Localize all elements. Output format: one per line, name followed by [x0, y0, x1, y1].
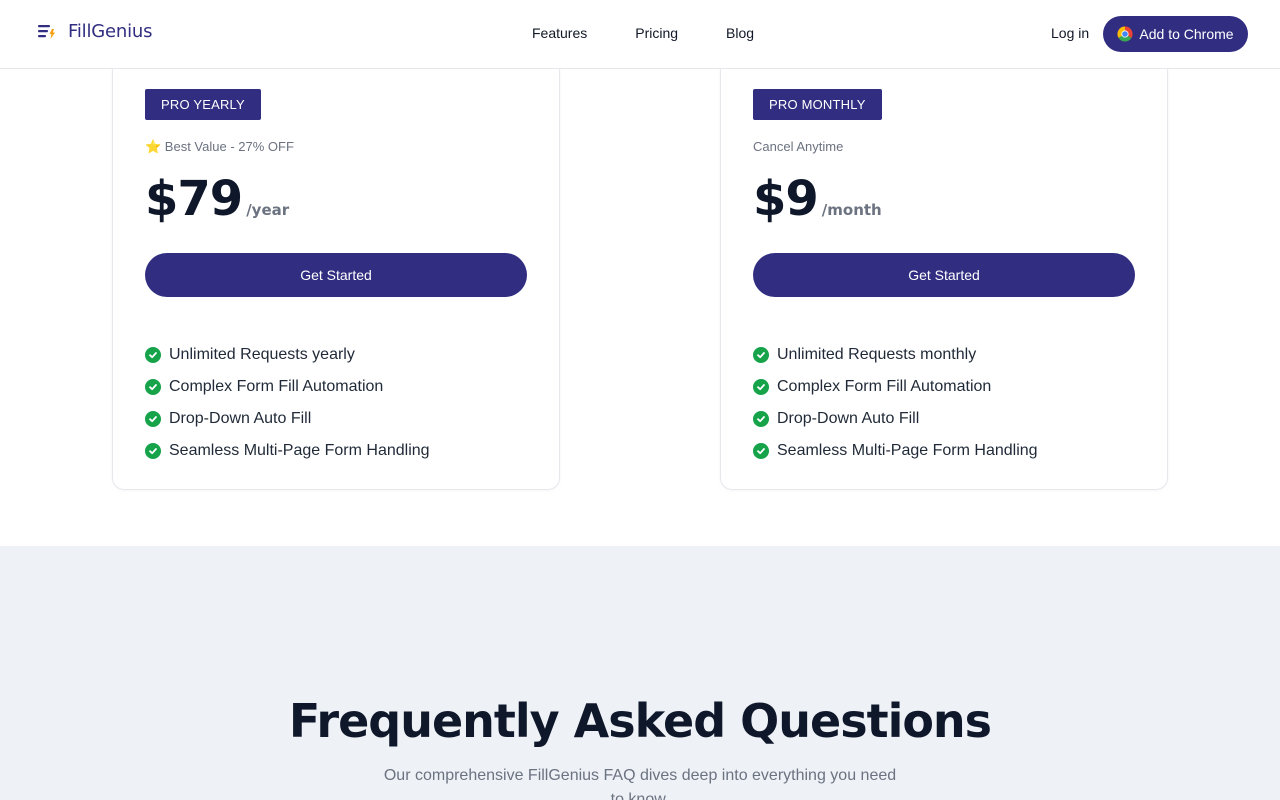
feature-label: Seamless Multi-Page Form Handling — [169, 442, 430, 459]
login-link[interactable]: Log in — [1051, 25, 1089, 41]
check-circle-icon — [145, 379, 161, 395]
main-nav: Features Pricing Blog — [532, 25, 754, 41]
feature-item: Seamless Multi-Page Form Handling — [753, 435, 1038, 467]
price-period: /year — [246, 201, 290, 219]
feature-item: Unlimited Requests monthly — [753, 339, 1038, 371]
check-circle-icon — [145, 347, 161, 363]
nav-features[interactable]: Features — [532, 25, 587, 41]
feature-label: Drop-Down Auto Fill — [777, 410, 920, 427]
plan-card-monthly: PRO MONTHLY Cancel Anytime $9 /month Get… — [720, 40, 1168, 490]
plan-price: $9 /month — [753, 171, 882, 227]
price-period: /month — [821, 201, 882, 219]
check-circle-icon — [753, 347, 769, 363]
get-started-button[interactable]: Get Started — [753, 253, 1135, 297]
feature-item: Drop-Down Auto Fill — [145, 403, 430, 435]
plan-card-yearly: PRO YEARLY ⭐ Best Value - 27% OFF $79 /y… — [112, 40, 560, 490]
feature-label: Complex Form Fill Automation — [777, 378, 992, 395]
faq-subtitle: Our comprehensive FillGenius FAQ dives d… — [383, 767, 897, 800]
brand-name: FillGenius — [68, 20, 153, 42]
feature-label: Drop-Down Auto Fill — [169, 410, 312, 427]
plan-price: $79 /year — [145, 171, 289, 227]
add-to-chrome-button[interactable]: Add to Chrome — [1103, 16, 1248, 52]
price-amount: $79 — [145, 171, 243, 227]
add-to-chrome-label: Add to Chrome — [1139, 26, 1234, 42]
brand-logo[interactable]: FillGenius — [36, 20, 152, 42]
check-circle-icon — [145, 443, 161, 459]
feature-list: Unlimited Requests yearly Complex Form F… — [145, 339, 430, 467]
feature-item: Drop-Down Auto Fill — [753, 403, 1038, 435]
faq-title: Frequently Asked Questions — [288, 694, 992, 748]
feature-label: Complex Form Fill Automation — [169, 378, 384, 395]
feature-item: Complex Form Fill Automation — [753, 371, 1038, 403]
plan-badge: PRO YEARLY — [145, 89, 261, 120]
feature-item: Complex Form Fill Automation — [145, 371, 430, 403]
nav-pricing[interactable]: Pricing — [635, 25, 678, 41]
feature-label: Seamless Multi-Page Form Handling — [777, 442, 1038, 459]
chrome-icon — [1117, 26, 1133, 42]
feature-label: Unlimited Requests yearly — [169, 346, 355, 363]
get-started-button[interactable]: Get Started — [145, 253, 527, 297]
check-circle-icon — [753, 379, 769, 395]
plan-badge: PRO MONTHLY — [753, 89, 882, 120]
menu-bolt-icon — [36, 20, 58, 42]
feature-item: Unlimited Requests yearly — [145, 339, 430, 371]
check-circle-icon — [145, 411, 161, 427]
price-amount: $9 — [753, 171, 819, 227]
feature-item: Seamless Multi-Page Form Handling — [145, 435, 430, 467]
check-circle-icon — [753, 411, 769, 427]
site-header: FillGenius Features Pricing Blog Log in … — [0, 0, 1280, 69]
plan-note: ⭐ Best Value - 27% OFF — [145, 139, 294, 154]
plan-note: Cancel Anytime — [753, 139, 844, 154]
feature-list: Unlimited Requests monthly Complex Form … — [753, 339, 1038, 467]
feature-label: Unlimited Requests monthly — [777, 346, 977, 363]
nav-blog[interactable]: Blog — [726, 25, 754, 41]
check-circle-icon — [753, 443, 769, 459]
faq-section: Frequently Asked Questions Our comprehen… — [0, 546, 1280, 800]
